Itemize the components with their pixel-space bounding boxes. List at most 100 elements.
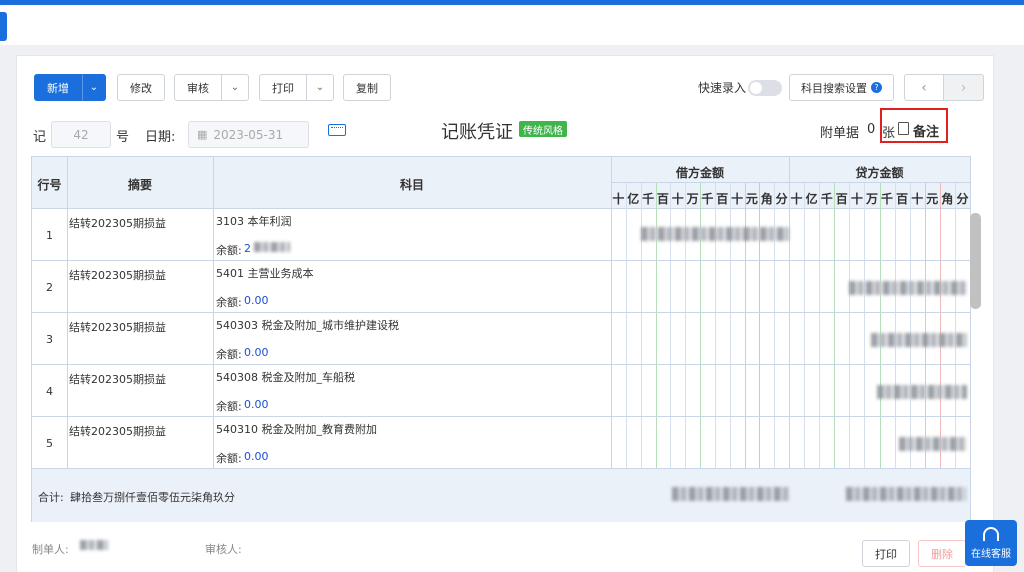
remark-link[interactable]: 备注 xyxy=(913,121,939,140)
digit-header: 分 xyxy=(775,192,788,206)
digit-header: 十 xyxy=(790,192,803,206)
edit-button[interactable]: 修改 xyxy=(117,74,165,101)
new-dropdown-chevron-icon[interactable]: ⌄ xyxy=(82,74,106,101)
voucher-entries-table: 行号 摘要 科目 借方金额 贷方金额 十亿千百十万千百十元角分十亿千百十万千百十… xyxy=(31,156,971,522)
row-summary[interactable]: 结转202305期损益 xyxy=(69,371,166,387)
print-button-group: 打印 ⌄ xyxy=(259,74,334,101)
row-line-no: 4 xyxy=(46,385,53,398)
digit-header: 千 xyxy=(642,192,655,206)
row-balance-label: 余额: xyxy=(216,244,242,257)
digit-header: 千 xyxy=(881,192,894,206)
digit-header: 百 xyxy=(835,192,848,206)
row-subject[interactable]: 5401 主营业务成本 xyxy=(216,265,314,281)
credit-amount-redacted xyxy=(849,281,967,295)
subject-search-settings-button[interactable]: 科目搜索设置 ? xyxy=(789,74,894,101)
digit-header: 十 xyxy=(671,192,684,206)
row-summary[interactable]: 结转202305期损益 xyxy=(69,215,166,231)
voucher-number-suffix: 号 xyxy=(116,130,130,145)
traditional-style-tag[interactable]: 传统风格 xyxy=(519,121,567,137)
online-service-button[interactable]: 在线客服 xyxy=(965,520,1017,566)
digit-header: 亿 xyxy=(805,192,818,206)
row-subject[interactable]: 540303 税金及附加_城市维护建设税 xyxy=(216,317,399,333)
row-balance-label: 余额: xyxy=(216,296,242,309)
col-header-line-no: 行号 xyxy=(37,178,62,192)
maker-label: 制单人: xyxy=(32,543,69,556)
row-summary[interactable]: 结转202305期损益 xyxy=(69,423,166,439)
subject-search-settings-label: 科目搜索设置 xyxy=(801,81,867,95)
total-row: 合计: 肆拾叁万捌仟壹佰零伍元柒角玖分 xyxy=(32,469,970,522)
row-subject[interactable]: 540308 税金及附加_车船税 xyxy=(216,369,355,385)
table-row[interactable]: 2 结转202305期损益 5401 主营业务成本 余额: 0.00 xyxy=(32,261,970,313)
voucher-word-label: 记 xyxy=(33,130,47,145)
col-header-summary: 摘要 xyxy=(127,178,152,192)
digit-header: 千 xyxy=(701,192,714,206)
prev-voucher-chevron-left-icon[interactable]: ‹ xyxy=(904,74,944,101)
quick-entry-toggle[interactable] xyxy=(748,80,782,96)
attachment-count[interactable]: 0 xyxy=(867,122,875,137)
vertical-scrollbar-thumb[interactable] xyxy=(970,213,981,309)
print-button[interactable]: 打印 xyxy=(259,74,307,101)
digit-header: 元 xyxy=(745,192,758,206)
maker-name-redacted xyxy=(80,540,108,550)
total-amount-in-words: 肆拾叁万捌仟壹佰零伍元柒角玖分 xyxy=(70,491,235,504)
row-summary[interactable]: 结转202305期损益 xyxy=(69,267,166,283)
row-balance-value: 0.00 xyxy=(244,398,269,411)
row-balance-label: 余额: xyxy=(216,348,242,361)
digit-header: 十 xyxy=(731,192,744,206)
table-row[interactable]: 3 结转202305期损益 540303 税金及附加_城市维护建设税 余额: 0.00 xyxy=(32,313,970,365)
new-button[interactable]: 新增 xyxy=(34,74,82,101)
credit-amount-redacted xyxy=(877,385,967,399)
digit-header: 十 xyxy=(850,192,863,206)
digit-header: 百 xyxy=(716,192,729,206)
reviewer-label: 审核人: xyxy=(205,543,242,556)
voucher-pager: ‹ › xyxy=(904,74,984,101)
row-line-no: 3 xyxy=(46,333,53,346)
digit-header: 千 xyxy=(820,192,833,206)
row-balance-label: 余额: xyxy=(216,400,242,413)
digit-header: 十 xyxy=(911,192,924,206)
help-icon: ? xyxy=(871,82,882,93)
print-bottom-button[interactable]: 打印 xyxy=(862,540,910,567)
review-button-group: 审核 ⌄ xyxy=(174,74,249,101)
copy-button[interactable]: 复制 xyxy=(343,74,391,101)
digit-header: 十 xyxy=(612,192,625,206)
next-voucher-chevron-right-icon[interactable]: › xyxy=(944,74,984,101)
print-dropdown-chevron-icon[interactable]: ⌄ xyxy=(307,74,334,101)
row-balance-value: 2 xyxy=(244,242,251,255)
delete-button[interactable]: 删除 xyxy=(918,540,966,567)
credit-amount-redacted xyxy=(899,437,967,451)
digit-header: 元 xyxy=(926,192,939,206)
side-tab-indicator[interactable] xyxy=(0,12,7,41)
attachment-label: 附单据 xyxy=(820,126,860,141)
digit-header: 百 xyxy=(896,192,909,206)
digit-header: 角 xyxy=(941,192,954,206)
calendar-icon: ▦ xyxy=(197,128,208,141)
keyboard-icon[interactable] xyxy=(328,124,346,136)
date-value: 2023-05-31 xyxy=(213,127,284,142)
table-row[interactable]: 1 结转202305期损益 3103 本年利润 余额: 2 xyxy=(32,209,970,261)
row-subject[interactable]: 540310 税金及附加_教育费附加 xyxy=(216,421,377,437)
total-label: 合计: xyxy=(38,491,64,504)
review-button[interactable]: 审核 xyxy=(174,74,222,101)
row-summary[interactable]: 结转202305期损益 xyxy=(69,319,166,335)
quick-entry-label: 快速录入 xyxy=(698,81,747,95)
online-service-label: 在线客服 xyxy=(971,548,1011,560)
page-title: 记账凭证 xyxy=(441,122,513,143)
headset-icon xyxy=(983,526,999,541)
balance-redacted xyxy=(254,242,290,252)
row-balance-value: 0.00 xyxy=(244,346,269,359)
remark-edit-icon[interactable] xyxy=(898,122,909,135)
top-accent-bar xyxy=(0,0,1024,5)
digit-header: 万 xyxy=(686,192,699,206)
row-subject[interactable]: 3103 本年利润 xyxy=(216,213,292,229)
date-field[interactable]: ▦ 2023-05-31 xyxy=(188,121,309,148)
row-balance-value: 0.00 xyxy=(244,450,269,463)
table-row[interactable]: 5 结转202305期损益 540310 税金及附加_教育费附加 余额: 0.00 xyxy=(32,417,970,469)
digit-header: 亿 xyxy=(627,192,640,206)
col-header-credit: 贷方金额 xyxy=(855,166,904,180)
voucher-number-field[interactable]: 42 xyxy=(51,121,111,148)
review-dropdown-chevron-icon[interactable]: ⌄ xyxy=(222,74,249,101)
row-line-no: 1 xyxy=(46,229,53,242)
credit-amount-redacted xyxy=(871,333,967,347)
table-row[interactable]: 4 结转202305期损益 540308 税金及附加_车船税 余额: 0.00 xyxy=(32,365,970,417)
